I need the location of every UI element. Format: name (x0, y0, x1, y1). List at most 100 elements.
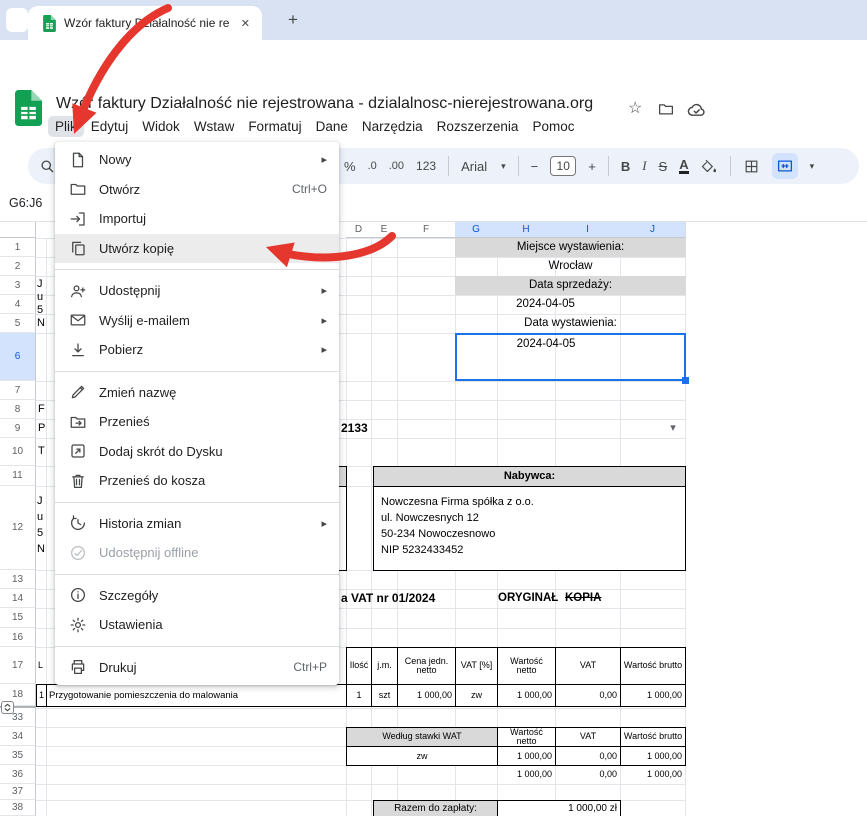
row-header-4[interactable]: 4 (0, 295, 36, 314)
row-header-11[interactable]: 11 (0, 466, 36, 486)
column-header-g[interactable]: G (455, 222, 498, 238)
items-header-3: VAT [%] (455, 647, 498, 685)
cell-summary-rate: zw (346, 746, 498, 766)
person-add-icon (69, 282, 87, 300)
cell-invoice-title-fragment: a VAT nr 01/2024 (341, 590, 501, 607)
cell-kopia: KOPIA (565, 590, 620, 607)
menu-item-version-history[interactable]: Historia zmian▸ (55, 509, 339, 539)
column-header-j[interactable]: J (620, 222, 686, 238)
nabywca-line: 50-234 Nowoczesnowo (381, 526, 495, 542)
cell-item-price: 1 000,00 (397, 684, 456, 707)
fragment-line: u (37, 291, 55, 304)
cell-total-net: 1 000,00 (497, 765, 555, 784)
menu-item-details[interactable]: Szczegóły (55, 581, 339, 611)
items-header-5: VAT (555, 647, 621, 685)
row-header-10[interactable]: 10 (0, 438, 36, 466)
menu-item-new[interactable]: Nowy▸ (55, 145, 339, 175)
items-header-1: j.m. (371, 647, 398, 685)
gridline (36, 784, 685, 785)
cell-nabywca-label: Nabywca: (373, 466, 686, 487)
screen: Wzór faktury Działalność nie re ✕ + ← → … (0, 0, 867, 816)
menu-item-print[interactable]: DrukujCtrl+P (55, 653, 339, 683)
row-group-expand-button[interactable] (1, 701, 14, 714)
row-header-17[interactable]: 17 (0, 647, 36, 684)
selection-range[interactable] (455, 333, 686, 381)
fragment-line: J (37, 493, 55, 509)
row-header-7[interactable]: 7 (0, 381, 36, 400)
cell-oryginal: ORYGINAŁ (498, 590, 568, 607)
cell-summary-net: 1 000,00 (497, 746, 556, 766)
row-header-12[interactable]: 12 (0, 486, 36, 570)
printer-icon (69, 658, 87, 676)
row-header-15[interactable]: 15 (0, 608, 36, 628)
menu-item-share[interactable]: Udostępnij▸ (55, 276, 339, 306)
row-header-8[interactable]: 8 (0, 400, 36, 419)
fragment-line: N (37, 317, 55, 330)
column-header-i[interactable]: I (555, 222, 621, 238)
cell-miejsce-wystawienia-value: Wrocław (455, 257, 686, 276)
column-header-d[interactable]: D (346, 222, 372, 238)
row-header-3[interactable]: 3 (0, 276, 36, 295)
menu-item-settings[interactable]: Ustawienia (55, 610, 339, 640)
menu-divider (55, 263, 339, 276)
menu-item-drive-shortcut[interactable]: Dodaj skrót do Dysku (55, 437, 339, 467)
row-header-35[interactable]: 35 (0, 746, 36, 765)
menu-item-download[interactable]: Pobierz▸ (55, 335, 339, 365)
row-header-38[interactable]: 38 (0, 800, 36, 816)
row-header-9[interactable]: 9 (0, 419, 36, 438)
row-header-6[interactable]: 6 (0, 333, 36, 381)
cell-data-wystawienia-label: Data wystawienia: (455, 314, 686, 333)
nabywca-line: ul. Nowczesnych 12 (381, 510, 479, 526)
cell-item-net: 1 000,00 (497, 684, 556, 707)
summary-header-2: Wartość brutto (620, 727, 686, 747)
submenu-arrow-icon: ▸ (321, 284, 327, 297)
row-header-36[interactable]: 36 (0, 765, 36, 784)
column-header-f[interactable]: F (397, 222, 456, 238)
submenu-arrow-icon: ▸ (321, 517, 327, 530)
column-header-h[interactable]: H (497, 222, 556, 238)
envelope-icon (69, 311, 87, 329)
row-header-34[interactable]: 34 (0, 727, 36, 746)
menu-item-offline: Udostępnij offline (55, 538, 339, 568)
covered-text-fragment-seller: Ju5N (37, 278, 55, 330)
covered-text-fragment: F (38, 402, 54, 417)
cell-item-unit: szt (371, 684, 398, 707)
menu-item-open[interactable]: OtwórzCtrl+O (55, 175, 339, 205)
submenu-arrow-icon: ▸ (321, 153, 327, 166)
items-header-2: Cena jedn. netto (397, 647, 456, 685)
row-header-2[interactable]: 2 (0, 257, 36, 276)
cell-total-vat: 0,00 (555, 765, 620, 784)
folder-move-icon (69, 413, 87, 431)
row-header-1[interactable]: 1 (0, 238, 36, 257)
selection-fill-handle[interactable] (682, 377, 689, 384)
covered-text-fragment: T (38, 444, 54, 459)
menu-divider (55, 640, 339, 653)
row-header-16[interactable]: 16 (0, 628, 36, 647)
menu-item-trash[interactable]: Przenieś do kosza (55, 466, 339, 496)
menu-item-email[interactable]: Wyślij e-mailem▸ (55, 306, 339, 336)
menu-item-make-copy[interactable]: Utwórz kopię (55, 234, 339, 264)
cell-item-vat-rate: zw (455, 684, 498, 707)
menu-divider (55, 496, 339, 509)
row-header-5[interactable]: 5 (0, 314, 36, 333)
menu-divider (55, 365, 339, 378)
submenu-arrow-icon: ▸ (321, 343, 327, 356)
copy-icon (69, 239, 87, 257)
row-header-13[interactable]: 13 (0, 570, 36, 589)
cell-nabywca-details: Nowczesna Firma spółka z o.o.ul. Nowczes… (373, 486, 686, 571)
nabywca-line: NIP 5232433452 (381, 542, 463, 558)
select-all-corner[interactable] (0, 222, 36, 238)
row-header-37[interactable]: 37 (0, 784, 36, 800)
row-header-14[interactable]: 14 (0, 589, 36, 608)
history-icon (69, 514, 87, 532)
fragment-line: 5 (37, 525, 55, 541)
covered-text-fragment: P (38, 421, 54, 436)
validation-dropdown-icon[interactable]: ▾ (664, 420, 682, 436)
gear-icon (69, 616, 87, 634)
cell-razem-value: 1 000,00 zł (497, 800, 621, 816)
folder-open-icon (69, 180, 87, 198)
column-header-e[interactable]: E (371, 222, 398, 238)
menu-item-move[interactable]: Przenieś (55, 407, 339, 437)
menu-item-rename[interactable]: Zmień nazwę (55, 378, 339, 408)
menu-item-import[interactable]: Importuj (55, 204, 339, 234)
